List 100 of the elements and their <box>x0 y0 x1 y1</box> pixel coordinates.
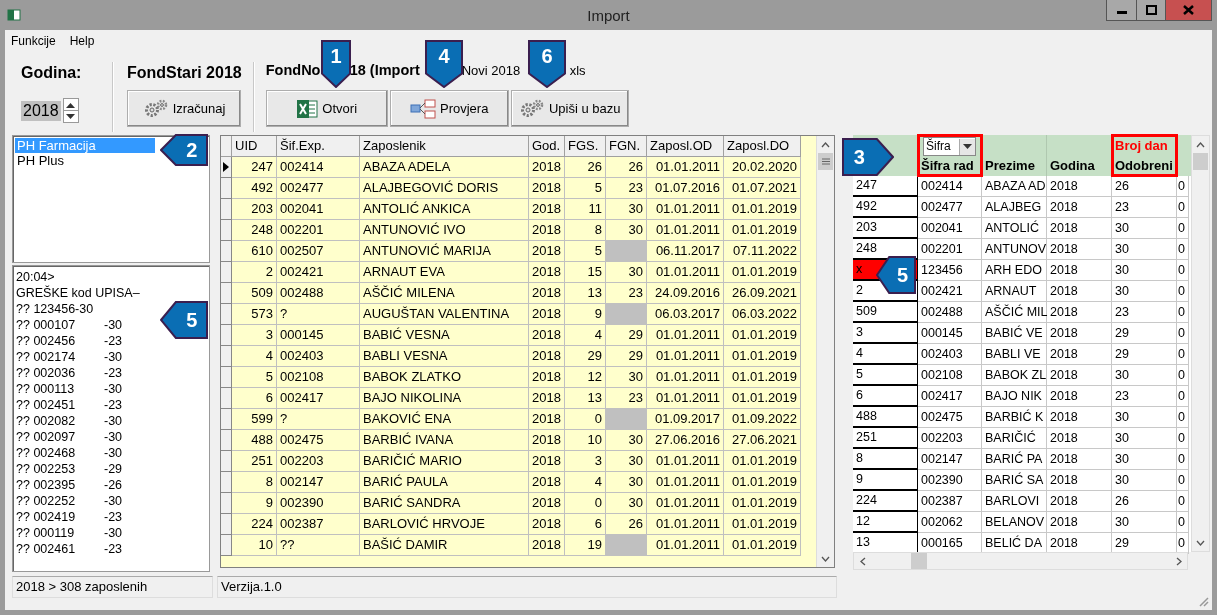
chevron-down-icon[interactable] <box>1196 539 1205 546</box>
row-header-cell: 9 <box>853 470 918 491</box>
table-cell: 29 <box>606 346 647 367</box>
log-value: -30 <box>104 317 123 333</box>
menu-item[interactable]: Funkcije <box>11 34 56 48</box>
status-text: Verzija.1.0 <box>217 576 837 598</box>
column-header[interactable]: Prezime <box>985 158 1035 173</box>
column-header[interactable]: Zaposl.DO <box>724 136 801 157</box>
menu-item[interactable]: Help <box>69 34 95 48</box>
gears-icon <box>142 97 169 120</box>
column-header[interactable]: Šif.Exp. <box>277 136 360 157</box>
log-code: ?? 000119 <box>16 525 76 541</box>
table-cell: 002477 <box>918 197 982 218</box>
column-header[interactable]: Odobreni <box>1115 158 1173 173</box>
table-cell: 002403 <box>918 344 982 365</box>
table-cell: ?? <box>277 535 360 556</box>
maximize-icon[interactable] <box>1145 5 1157 15</box>
column-header[interactable]: God. <box>529 136 565 157</box>
table-cell: 2018 <box>1047 302 1112 323</box>
scrollbar[interactable] <box>816 136 834 567</box>
table-cell: 000145 <box>918 323 982 344</box>
log-code: ?? 000113 <box>16 381 76 397</box>
table-cell: 9 <box>232 493 277 514</box>
table-cell: BARLOVIĆ HRVOJE <box>360 514 529 535</box>
scroll-thumb[interactable] <box>1193 153 1208 170</box>
maximize-button[interactable] <box>1136 0 1165 20</box>
table-cell: 2018 <box>1047 344 1112 365</box>
table-cell: 2018 <box>529 535 565 556</box>
table-cell: ARNAUT EVA <box>360 262 529 283</box>
table-cell: 002390 <box>277 493 360 514</box>
column-header[interactable]: Zaposlenik <box>360 136 529 157</box>
close-button[interactable] <box>1165 0 1211 20</box>
table-cell: 27.06.2021 <box>724 430 801 451</box>
table-cell: 30 <box>1112 407 1177 428</box>
row-header-cell: 224 <box>853 491 918 512</box>
toolbar-button[interactable]: Upiši u bazu <box>510 90 629 127</box>
caret-icon[interactable] <box>959 138 975 155</box>
table-cell: BABOK ZL <box>982 365 1047 386</box>
table-cell: 0 <box>1177 365 1189 386</box>
table-cell: 002417 <box>918 386 982 407</box>
column-header[interactable]: FGS. <box>565 136 606 157</box>
calculate-button[interactable]: Izračunaj <box>127 90 241 127</box>
table-cell: 13 <box>565 283 606 304</box>
chevron-down-icon[interactable] <box>821 555 830 562</box>
table-cell: 2018 <box>529 304 565 325</box>
close-icon[interactable] <box>1183 5 1194 15</box>
chevron-right-icon[interactable] <box>1175 556 1182 566</box>
row-header-cell: 6 <box>853 386 918 407</box>
minimize-button[interactable] <box>1107 0 1136 20</box>
table-cell: 0 <box>565 493 606 514</box>
table-cell: ALAJBEG <box>982 197 1047 218</box>
resize-grip-icon[interactable] <box>1197 595 1209 607</box>
table-cell: 0 <box>1177 344 1189 365</box>
table-cell: 30 <box>1112 260 1177 281</box>
column-header[interactable]: Godina <box>1050 158 1095 173</box>
chevron-left-icon[interactable] <box>859 556 866 566</box>
table-cell: 01.01.2019 <box>724 325 801 346</box>
column-header[interactable]: Zaposl.OD <box>647 136 724 157</box>
column-header[interactable]: FGN. <box>606 136 647 157</box>
log-value: -23 <box>104 541 123 557</box>
table-cell: 23 <box>1112 197 1177 218</box>
table-cell: 002417 <box>277 388 360 409</box>
spreadsheet-icon <box>296 97 319 120</box>
table-cell: 610 <box>232 241 277 262</box>
scrollbar[interactable] <box>853 552 1188 570</box>
year-spinner[interactable]: 2018 <box>21 98 101 123</box>
table-cell: 203 <box>232 199 277 220</box>
table-cell: 30 <box>606 430 647 451</box>
row-selector[interactable] <box>221 157 232 178</box>
table-cell: 30 <box>1112 428 1177 449</box>
empty-cell <box>606 409 647 430</box>
table-cell: 10 <box>232 535 277 556</box>
scroll-thumb[interactable] <box>818 153 833 170</box>
filter-dropdown[interactable]: Šifra <box>923 137 976 156</box>
scrollbar[interactable] <box>1191 135 1210 552</box>
log-code: ?? 002097 <box>16 429 77 445</box>
table-cell: 0 <box>1177 470 1189 491</box>
table-cell: 01.01.2011 <box>647 451 724 472</box>
chevron-up-icon[interactable] <box>821 141 830 148</box>
table-cell: 2018 <box>1047 407 1112 428</box>
table-cell: ABAZA AD <box>982 176 1047 197</box>
table-cell: 002108 <box>918 365 982 386</box>
column-header[interactable]: UID <box>232 136 277 157</box>
table-cell: 01.01.2019 <box>724 472 801 493</box>
table-cell: 002414 <box>918 176 982 197</box>
table-cell: 4 <box>565 325 606 346</box>
table-cell: 123456 <box>918 260 982 281</box>
list-item[interactable]: PH Plus <box>15 153 155 168</box>
column-header[interactable]: Šifra rad <box>921 158 974 173</box>
table-cell: ARNAUT <box>982 281 1047 302</box>
table-cell: 30 <box>606 367 647 388</box>
chevron-up-icon[interactable] <box>1196 141 1205 148</box>
table-cell: 0 <box>1177 386 1189 407</box>
row-header-cell: 4 <box>853 344 918 365</box>
toolbar-button[interactable]: Provjera <box>389 90 509 127</box>
table-cell: 0 <box>1177 449 1189 470</box>
scroll-thumb[interactable] <box>911 553 927 569</box>
toolbar-button[interactable]: Otvori <box>265 90 388 127</box>
table-cell: 2018 <box>529 451 565 472</box>
table-cell: 30 <box>1112 218 1177 239</box>
